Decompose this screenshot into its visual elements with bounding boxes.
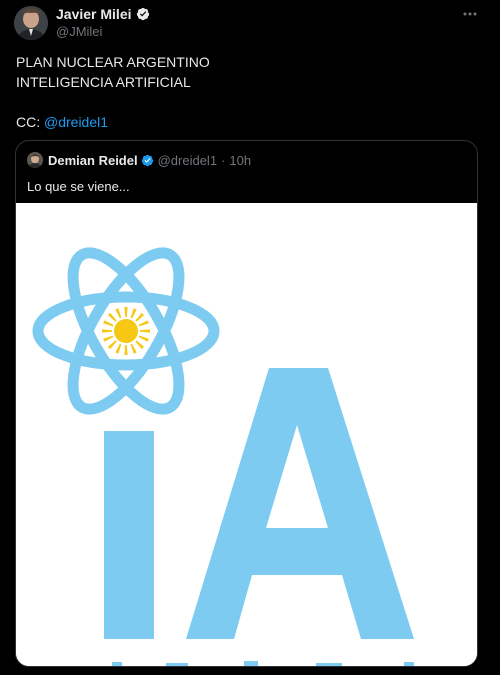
quoted-media-image[interactable] (16, 203, 477, 666)
quoted-timestamp[interactable]: 10h (229, 153, 251, 168)
tweet-line-2: INTELIGENCIA ARTIFICIAL (16, 74, 191, 90)
quoted-author-name[interactable]: Demian Reidel (48, 153, 138, 168)
quoted-author-avatar[interactable] (27, 152, 43, 168)
quoted-tweet[interactable]: Demian Reidel @dreidel1 · 10h Lo que se … (15, 140, 478, 667)
ia-logo-image (16, 203, 477, 666)
more-options-icon[interactable] (462, 6, 478, 22)
verified-badge-icon (141, 154, 154, 167)
sun-icon (102, 307, 150, 355)
tweet-cc-line: CC: @dreidel1 (16, 112, 210, 132)
author-avatar[interactable] (14, 6, 48, 40)
cc-prefix: CC: (16, 114, 44, 130)
ia-letter-i (104, 431, 154, 639)
author-name[interactable]: Javier Milei (56, 6, 132, 22)
separator-dot: · (221, 152, 226, 168)
author-handle[interactable]: @JMilei (56, 24, 150, 39)
quoted-author-handle[interactable]: @dreidel1 (158, 153, 217, 168)
tweet-line-1: PLAN NUCLEAR ARGENTINO (16, 54, 210, 70)
mention-link[interactable]: @dreidel1 (44, 114, 108, 130)
tweet: Javier Milei @JMilei PLAN NUCLEAR ARGENT… (0, 0, 500, 675)
quoted-tweet-header: Demian Reidel @dreidel1 · 10h (27, 152, 251, 168)
tweet-header: Javier Milei @JMilei (56, 6, 150, 39)
tweet-text: PLAN NUCLEAR ARGENTINO INTELIGENCIA ARTI… (16, 52, 210, 132)
quoted-tweet-text: Lo que se viene... (27, 179, 130, 194)
verified-badge-icon (136, 7, 150, 21)
